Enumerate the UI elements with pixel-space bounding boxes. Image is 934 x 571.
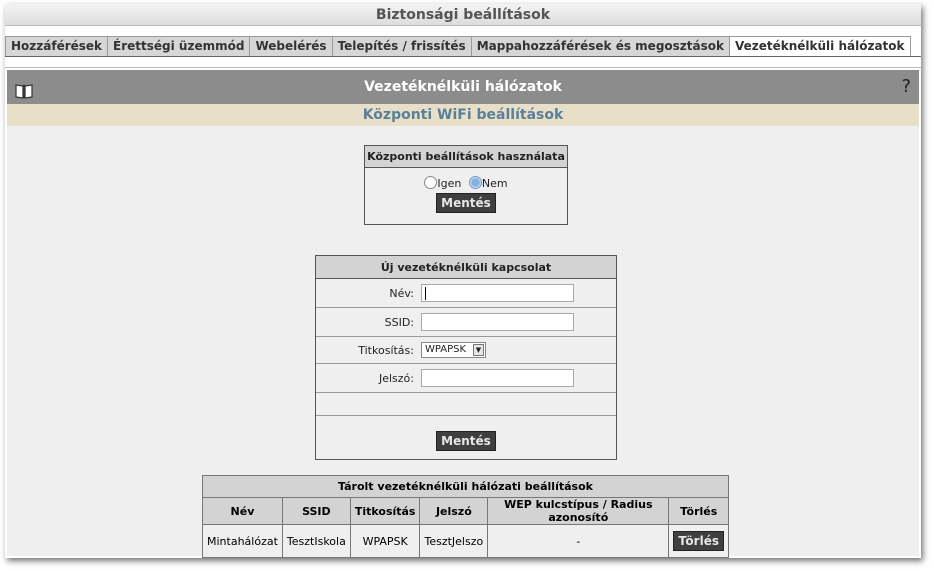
delete-button[interactable]: Törlés — [673, 531, 724, 551]
col-password: Jelszó — [419, 497, 489, 525]
tab-folder-access[interactable]: Mappahozzáférések és megosztások — [470, 36, 729, 57]
central-settings-box: Központi beállítások használata Igen Nem… — [364, 145, 568, 225]
ssid-row: SSID: — [316, 308, 616, 337]
central-options: Igen Nem — [365, 176, 567, 190]
col-delete: Törlés — [668, 497, 729, 525]
window-title: Biztonsági beállítások — [5, 4, 921, 26]
chevron-down-icon: ▼ — [473, 344, 484, 356]
cell-ssid: TesztIskola — [281, 524, 351, 558]
cell-name: Mintahálózat — [202, 524, 283, 558]
password-row: Jelszó: — [316, 364, 616, 393]
col-encryption: Titkosítás — [349, 497, 421, 525]
tab-install-update[interactable]: Telepítés / frissítés — [331, 36, 471, 57]
name-row: Név: — [316, 279, 616, 308]
new-connection-box: Új vezetéknélküli kapcsolat Név: SSID: T… — [315, 255, 617, 460]
cell-password: TesztJelszo — [419, 524, 489, 558]
cell-encryption: WPAPSK — [349, 524, 421, 558]
subsection-title: Központi WiFi beállítások — [7, 104, 919, 126]
book-icon[interactable] — [15, 78, 33, 112]
central-settings-title: Központi beállítások használata — [365, 146, 567, 168]
ssid-input[interactable] — [421, 313, 574, 331]
section-title: Vezetéknélküli hálózatok — [364, 79, 562, 95]
tab-bar: Hozzáférések Érettségi üzemmód Webelérés… — [5, 36, 911, 57]
password-input[interactable] — [421, 369, 574, 387]
encryption-select[interactable]: WPAPSK ▼ — [421, 342, 486, 358]
central-save-button[interactable]: Mentés — [436, 193, 496, 213]
help-icon[interactable]: ? — [901, 70, 911, 104]
content-area: Vezetéknélküli hálózatok ? Központi WiFi… — [7, 70, 919, 558]
name-label: Név: — [389, 287, 414, 300]
radio-yes-label: Igen — [437, 177, 462, 190]
tab-divider — [5, 56, 921, 57]
table-row: Mintahálózat TesztIskola WPAPSK TesztJel… — [202, 524, 729, 558]
col-name: Név — [202, 497, 283, 525]
section-header: Vezetéknélküli hálózatok ? — [7, 70, 919, 104]
tab-web-access[interactable]: Webelérés — [249, 36, 332, 57]
empty-row — [316, 393, 616, 416]
encryption-row: Titkosítás: WPAPSK ▼ — [316, 337, 616, 364]
stored-networks-table: Tárolt vezetéknélküli hálózati beállítás… — [202, 475, 729, 558]
encryption-label: Titkosítás: — [358, 344, 414, 357]
tab-access[interactable]: Hozzáférések — [5, 36, 108, 57]
cell-wep-radius: - — [487, 524, 670, 558]
password-label: Jelszó: — [378, 372, 414, 385]
radio-no-label: Nem — [481, 177, 508, 190]
col-ssid: SSID — [281, 497, 351, 525]
tab-wireless-networks[interactable]: Vezetéknélküli hálózatok — [728, 36, 911, 57]
name-input[interactable] — [421, 284, 574, 302]
radio-yes[interactable] — [424, 176, 438, 189]
new-connection-title: Új vezetéknélküli kapcsolat — [316, 256, 616, 279]
new-connection-save-button[interactable]: Mentés — [436, 431, 496, 451]
col-wep-radius: WEP kulcstípus / Radius azonosító — [487, 497, 670, 525]
tab-exam-mode[interactable]: Érettségi üzemmód — [107, 36, 250, 57]
encryption-value: WPAPSK — [425, 344, 467, 355]
radio-no[interactable] — [468, 176, 482, 189]
ssid-label: SSID: — [384, 316, 414, 329]
cell-delete: Törlés — [668, 524, 729, 558]
content-divider — [5, 67, 921, 68]
stored-networks-title: Tárolt vezetéknélküli hálózati beállítás… — [202, 475, 729, 498]
window: Biztonsági beállítások Hozzáférések Éret… — [5, 4, 921, 558]
